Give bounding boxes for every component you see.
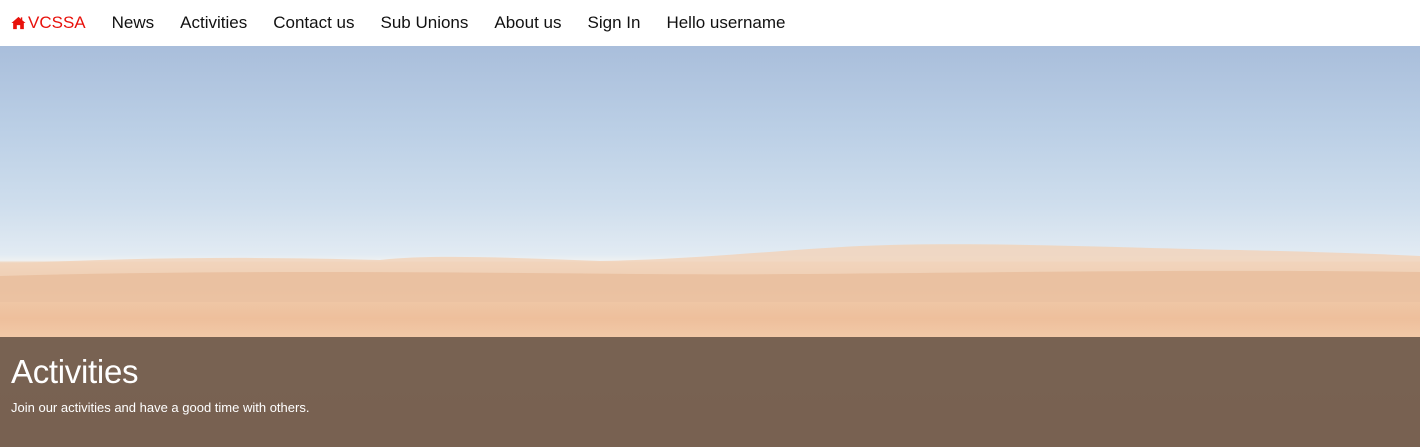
brand-label: VCSSA xyxy=(28,13,86,32)
nav-item-contact-us[interactable]: Contact us xyxy=(273,13,354,33)
nav-item-activities[interactable]: Activities xyxy=(180,13,247,33)
nav-item-sub-unions[interactable]: Sub Unions xyxy=(381,13,469,33)
nav-item-news[interactable]: News xyxy=(112,13,155,33)
window-edge xyxy=(1420,0,1424,447)
brand-link[interactable]: VCSSA xyxy=(11,13,86,33)
page-title: Activities xyxy=(11,353,139,390)
nav-item-about-us[interactable]: About us xyxy=(494,13,561,33)
page-subtitle: Join our activities and have a good time… xyxy=(11,400,310,415)
top-navbar: VCSSA News Activities Contact us Sub Uni… xyxy=(0,0,1420,46)
hero-banner: Activities Join our activities and have … xyxy=(0,46,1420,447)
hero-caption: Activities Join our activities and have … xyxy=(0,337,1420,447)
nav-item-user-greeting[interactable]: Hello username xyxy=(666,13,785,33)
home-icon xyxy=(11,16,26,30)
nav-item-sign-in[interactable]: Sign In xyxy=(588,13,641,33)
desert-dunes-image xyxy=(0,244,1420,302)
